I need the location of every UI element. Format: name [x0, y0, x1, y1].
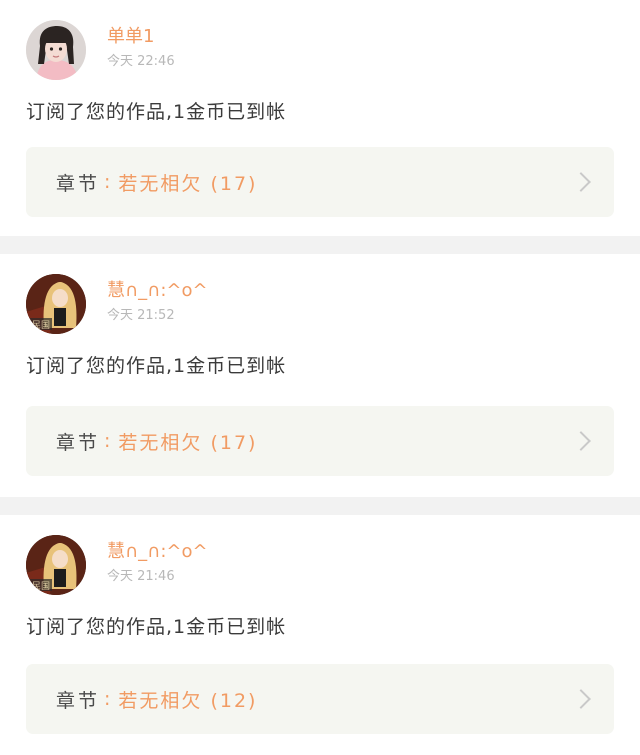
chapter-link[interactable]: 章节 : 若无相欠 (17) — [26, 406, 614, 476]
svg-text:民国: 民国 — [32, 581, 50, 592]
notification-message: 订阅了您的作品,1金币已到帐 — [26, 355, 287, 377]
notification-card: 民国 慧∩_∩:^o^ 今天 21:46 订阅了您的作品,1金币已到帐 章节 :… — [0, 515, 640, 755]
chapter-link[interactable]: 章节 : 若无相欠 (17) — [26, 147, 614, 217]
notification-header: 民国 慧∩_∩:^o^ 今天 21:52 — [26, 254, 614, 340]
chapter-separator: : — [104, 688, 111, 710]
timestamp: 今天 21:52 — [107, 308, 175, 323]
chapter-separator: : — [104, 430, 111, 452]
chapter-separator: : — [104, 171, 111, 193]
chevron-right-icon — [571, 689, 591, 709]
timestamp: 今天 22:46 — [107, 54, 175, 69]
avatar[interactable]: 民国 — [26, 274, 86, 334]
notification-header: 单单1 今天 22:46 — [26, 0, 614, 86]
divider — [0, 497, 640, 515]
avatar[interactable] — [26, 20, 86, 80]
chevron-right-icon — [571, 172, 591, 192]
user-name[interactable]: 慧∩_∩:^o^ — [107, 541, 208, 563]
chapter-title: 若无相欠 (17) — [118, 431, 258, 454]
avatar[interactable]: 民国 — [26, 535, 86, 595]
notification-header: 民国 慧∩_∩:^o^ 今天 21:46 — [26, 515, 614, 601]
chapter-title: 若无相欠 (17) — [118, 172, 258, 195]
notification-message: 订阅了您的作品,1金币已到帐 — [26, 616, 287, 638]
chapter-title: 若无相欠 (12) — [118, 689, 258, 712]
chapter-label: 章节 — [56, 431, 101, 454]
notification-card: 单单1 今天 22:46 订阅了您的作品,1金币已到帐 章节 : 若无相欠 (1… — [0, 0, 640, 236]
avatar-anime-girl-icon: 民国 — [26, 274, 86, 334]
divider — [0, 236, 640, 254]
avatar-anime-girl-icon: 民国 — [26, 535, 86, 595]
user-name[interactable]: 慧∩_∩:^o^ — [107, 280, 208, 302]
avatar-girl-photo-icon — [26, 20, 86, 80]
timestamp: 今天 21:46 — [107, 569, 175, 584]
user-name[interactable]: 单单1 — [107, 26, 154, 48]
notification-feed: 单单1 今天 22:46 订阅了您的作品,1金币已到帐 章节 : 若无相欠 (1… — [0, 0, 640, 755]
chapter-link[interactable]: 章节 : 若无相欠 (12) — [26, 664, 614, 734]
notification-card: 民国 慧∩_∩:^o^ 今天 21:52 订阅了您的作品,1金币已到帐 章节 :… — [0, 254, 640, 497]
chapter-label: 章节 — [56, 172, 101, 195]
notification-message: 订阅了您的作品,1金币已到帐 — [26, 101, 287, 123]
svg-text:民国: 民国 — [32, 320, 50, 331]
chapter-label: 章节 — [56, 689, 101, 712]
chevron-right-icon — [571, 431, 591, 451]
